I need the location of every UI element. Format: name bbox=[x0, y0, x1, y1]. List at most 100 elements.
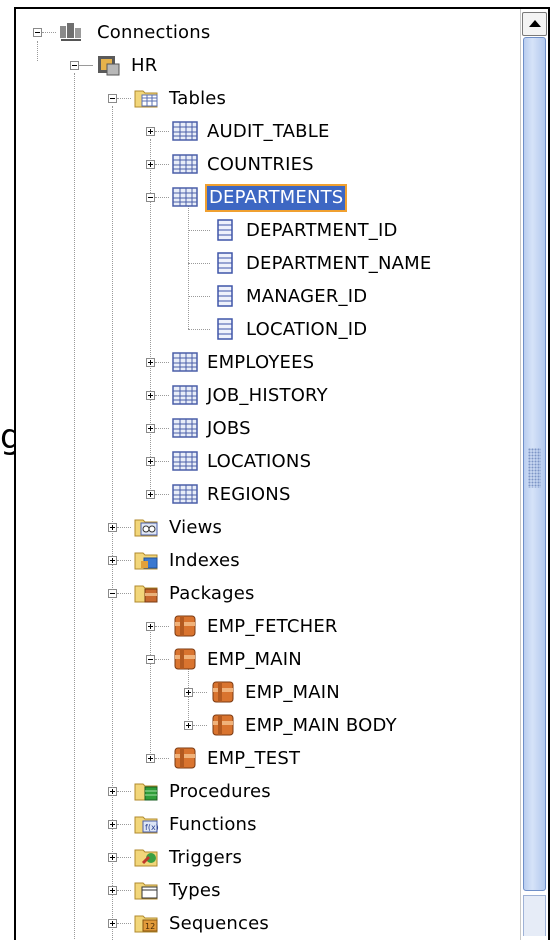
table-icon bbox=[171, 350, 199, 374]
tree-connector bbox=[155, 362, 169, 363]
node-packages[interactable]: Packages bbox=[169, 582, 255, 606]
tree-connector bbox=[155, 395, 169, 396]
table-item[interactable]: JOBS bbox=[207, 417, 251, 441]
package-icon bbox=[171, 744, 199, 769]
tree-connector bbox=[117, 824, 131, 825]
scrollbar-grip-icon bbox=[528, 448, 541, 488]
column-item[interactable]: DEPARTMENT_NAME bbox=[246, 252, 432, 276]
node-procedures[interactable]: Procedures bbox=[169, 780, 271, 804]
table-icon bbox=[171, 482, 199, 506]
tree-connector bbox=[150, 629, 151, 759]
expand-toggle[interactable] bbox=[146, 490, 155, 499]
package-spec-icon bbox=[209, 678, 237, 703]
node-views[interactable]: Views bbox=[169, 516, 222, 540]
tree-connector bbox=[188, 263, 210, 264]
expand-toggle[interactable] bbox=[184, 721, 193, 730]
expand-toggle[interactable] bbox=[146, 622, 155, 631]
table-icon bbox=[171, 416, 199, 440]
collapse-toggle[interactable] bbox=[70, 61, 79, 70]
node-sequences[interactable]: Sequences bbox=[169, 912, 269, 936]
node-indexes[interactable]: Indexes bbox=[169, 549, 240, 573]
node-triggers[interactable]: Triggers bbox=[169, 846, 242, 870]
expand-toggle[interactable] bbox=[108, 853, 117, 862]
connections-tree[interactable]: Connections HR Tables AUDIT_TABLE COUNTR… bbox=[16, 9, 519, 940]
expand-toggle[interactable] bbox=[108, 919, 117, 928]
database-icon bbox=[95, 53, 123, 77]
tree-connector bbox=[193, 692, 207, 693]
svg-text:12: 12 bbox=[145, 922, 155, 931]
vertical-scrollbar[interactable] bbox=[520, 9, 548, 940]
sequences-folder-icon: 12 bbox=[133, 911, 161, 935]
column-item[interactable]: DEPARTMENT_ID bbox=[246, 219, 398, 243]
expand-toggle[interactable] bbox=[108, 820, 117, 829]
scrollbar-thumb[interactable] bbox=[523, 37, 546, 891]
package-body-item[interactable]: EMP_MAIN BODY bbox=[245, 714, 397, 738]
indexes-folder-icon bbox=[133, 548, 161, 572]
collapse-toggle[interactable] bbox=[108, 94, 117, 103]
package-icon bbox=[171, 645, 199, 670]
package-item[interactable]: EMP_MAIN bbox=[207, 648, 302, 672]
expand-toggle[interactable] bbox=[184, 688, 193, 697]
table-icon bbox=[171, 449, 199, 473]
types-folder-icon bbox=[133, 878, 161, 902]
collapse-toggle[interactable] bbox=[33, 28, 42, 37]
table-item[interactable]: AUDIT_TABLE bbox=[207, 120, 330, 144]
functions-folder-icon: f(x) bbox=[133, 812, 161, 836]
tree-connector bbox=[155, 758, 169, 759]
expand-toggle[interactable] bbox=[108, 787, 117, 796]
package-item[interactable]: EMP_TEST bbox=[207, 747, 300, 771]
expand-toggle[interactable] bbox=[146, 358, 155, 367]
package-icon bbox=[171, 612, 199, 637]
tree-connector bbox=[188, 296, 210, 297]
column-item[interactable]: MANAGER_ID bbox=[246, 285, 367, 309]
expand-toggle[interactable] bbox=[146, 160, 155, 169]
table-icon bbox=[171, 383, 199, 407]
table-item[interactable]: EMPLOYEES bbox=[207, 351, 314, 375]
triggers-folder-icon bbox=[133, 845, 161, 869]
tree-connector bbox=[193, 725, 207, 726]
collapse-toggle[interactable] bbox=[146, 193, 155, 202]
tree-connector bbox=[188, 205, 189, 329]
node-tables[interactable]: Tables bbox=[169, 87, 226, 111]
tree-connector bbox=[188, 230, 210, 231]
package-item[interactable]: EMP_FETCHER bbox=[207, 615, 338, 639]
tree-connector bbox=[42, 32, 56, 33]
table-item[interactable]: COUNTRIES bbox=[207, 153, 314, 177]
tree-connector bbox=[117, 560, 131, 561]
tree-connector bbox=[155, 428, 169, 429]
table-item-selected[interactable]: DEPARTMENTS bbox=[204, 184, 348, 212]
package-spec-item[interactable]: EMP_MAIN bbox=[245, 681, 340, 705]
expand-toggle[interactable] bbox=[108, 886, 117, 895]
tree-connector bbox=[155, 461, 169, 462]
tree-connector bbox=[155, 131, 169, 132]
column-item[interactable]: LOCATION_ID bbox=[246, 318, 367, 342]
tree-connector bbox=[117, 791, 131, 792]
scroll-up-button[interactable] bbox=[522, 12, 547, 36]
expand-toggle[interactable] bbox=[108, 523, 117, 532]
collapse-toggle[interactable] bbox=[108, 589, 117, 598]
table-item[interactable]: REGIONS bbox=[207, 483, 291, 507]
table-item[interactable]: LOCATIONS bbox=[207, 450, 311, 474]
tree-connector bbox=[155, 626, 169, 627]
node-functions[interactable]: Functions bbox=[169, 813, 257, 837]
collapse-toggle[interactable] bbox=[146, 655, 155, 664]
tree-connector bbox=[155, 494, 169, 495]
column-icon bbox=[212, 218, 240, 242]
node-connections[interactable]: Connections bbox=[97, 21, 210, 45]
tree-connector bbox=[188, 329, 210, 330]
expand-toggle[interactable] bbox=[146, 424, 155, 433]
views-folder-icon bbox=[133, 515, 161, 539]
tree-connector bbox=[117, 527, 131, 528]
connections-navigator-panel: Connections HR Tables AUDIT_TABLE COUNTR… bbox=[14, 7, 550, 940]
tree-connector bbox=[117, 923, 131, 924]
expand-toggle[interactable] bbox=[146, 391, 155, 400]
expand-toggle[interactable] bbox=[146, 754, 155, 763]
table-item[interactable]: JOB_HISTORY bbox=[207, 384, 328, 408]
expand-toggle[interactable] bbox=[108, 556, 117, 565]
node-hr[interactable]: HR bbox=[131, 54, 157, 78]
scroll-down-button[interactable] bbox=[523, 895, 546, 936]
expand-toggle[interactable] bbox=[146, 127, 155, 136]
expand-toggle[interactable] bbox=[146, 457, 155, 466]
packages-folder-icon bbox=[133, 581, 161, 605]
node-types[interactable]: Types bbox=[169, 879, 221, 903]
